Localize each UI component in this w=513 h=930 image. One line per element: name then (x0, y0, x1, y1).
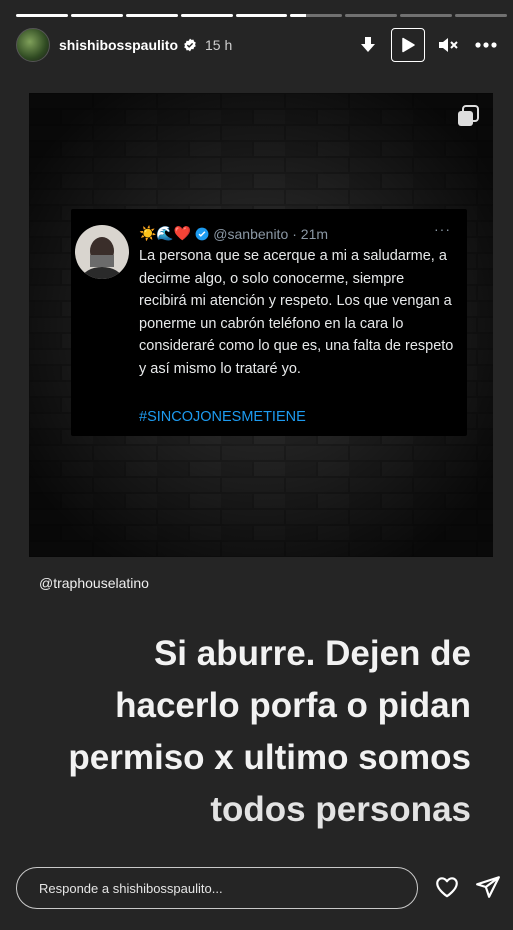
progress-segment-current (290, 14, 343, 17)
tweet-text: La persona que se acerque a mi a saludar… (139, 248, 454, 377)
progress-segment (180, 14, 233, 17)
progress-segment (70, 14, 123, 17)
send-icon[interactable] (475, 874, 501, 900)
reply-field[interactable] (16, 867, 418, 909)
heart-icon[interactable] (434, 874, 460, 900)
media-credit: @traphouselatino (39, 575, 149, 591)
progress-segment (455, 14, 508, 17)
caption-line: hacerlo porfa o pidan (115, 686, 471, 725)
tweet-hashtag: #SINCOJONESMETIENE (139, 409, 306, 425)
progress-segment (345, 14, 398, 17)
progress-segment (125, 14, 178, 17)
play-icon[interactable] (391, 28, 425, 62)
story-progress-bar (16, 14, 508, 17)
reply-input[interactable] (37, 879, 417, 897)
caption-line: permiso x ultimo somos (68, 738, 471, 777)
caption-line: todos personas (210, 790, 471, 829)
progress-segment (235, 14, 288, 17)
tweet-avatar (75, 225, 129, 279)
tweet-more-icon: ··· (434, 221, 451, 237)
multiple-posts-icon (458, 105, 479, 126)
story-media[interactable]: ☀️🌊❤️ @sanbenito · 21m ··· La persona qu… (29, 93, 493, 557)
post-time: 15 h (205, 37, 233, 53)
verified-badge-icon (184, 38, 196, 52)
caption-line: Si aburre. Dejen de (153, 634, 471, 673)
story-caption: Si aburre. Dejen de hacerlo porfa o pida… (1, 628, 471, 836)
tweet-emojis: ☀️🌊❤️ (139, 225, 192, 241)
username[interactable]: shishibosspaulito (59, 37, 178, 53)
story-header: shishibosspaulito 15 h (16, 28, 501, 62)
arrow-down-icon[interactable] (353, 30, 383, 60)
mute-icon[interactable] (433, 30, 463, 60)
progress-segment (400, 14, 453, 17)
more-icon[interactable] (471, 30, 501, 60)
avatar[interactable] (16, 28, 50, 62)
progress-segment (16, 14, 68, 17)
tweet-card: ☀️🌊❤️ @sanbenito · 21m ··· La persona qu… (71, 209, 467, 436)
tweet-handle: @sanbenito (213, 225, 289, 242)
tweet-verified-icon (195, 227, 209, 240)
tweet-time: · 21m (292, 225, 329, 242)
